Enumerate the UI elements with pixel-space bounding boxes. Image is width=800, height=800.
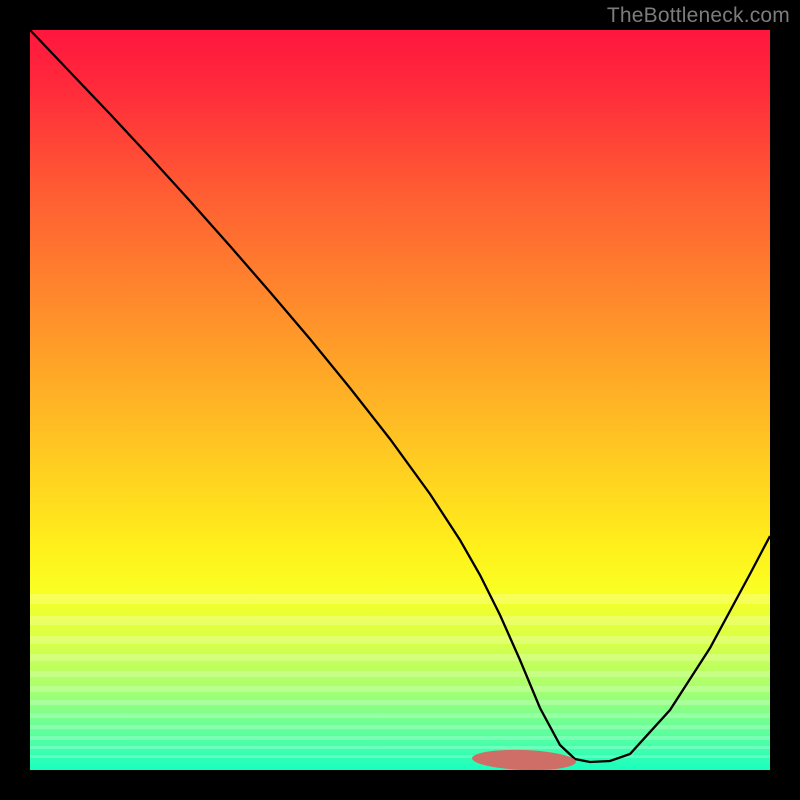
curve-svg: [30, 30, 770, 770]
chart-frame: TheBottleneck.com: [0, 0, 800, 800]
watermark-text: TheBottleneck.com: [607, 4, 790, 28]
curve-path: [30, 30, 770, 762]
bottom-marker: [472, 748, 577, 770]
plot-area: [30, 30, 770, 770]
